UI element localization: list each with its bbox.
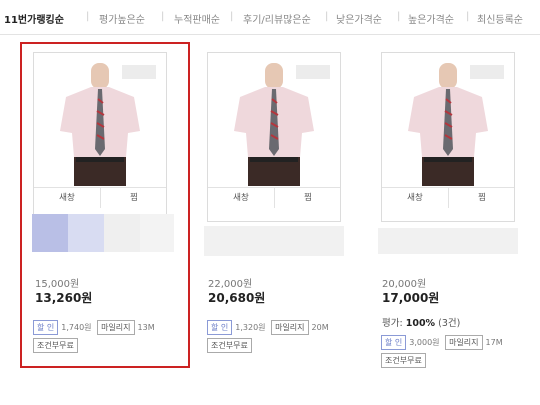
sort-tab-high-price[interactable]: 높은가격순 [408,11,454,26]
original-price: 22,000원 [208,279,253,290]
discount-chip: 할 인 [33,320,59,335]
color-swatch[interactable] [104,214,140,252]
product-actions: 새창 찜 [382,187,514,208]
product-image-box[interactable]: 새창 찜 [381,52,515,222]
sort-tab-newest[interactable]: 최신등록순 [477,11,523,26]
mileage-chip: 마일리지 [445,335,483,350]
product-photo[interactable] [216,61,332,186]
color-swatch[interactable] [378,228,518,254]
product-card[interactable]: 새창 찜 20,000원 17,000원 평가: 100% (3건) 할 인 3,… [370,42,530,370]
discount-chip: 할 인 [207,320,233,335]
sale-price: 20,680원 [208,291,266,305]
rating-value: 100% [405,318,436,329]
separator: | [325,11,329,22]
shipping-line: 조건부무료 [381,353,429,368]
discount-amount: 3,000원 [409,338,440,347]
sort-tab-reviews[interactable]: 후기/리뷰많은순 [243,11,311,26]
color-swatch[interactable] [140,214,174,252]
benefit-line: 할 인 3,000원 마일리지 17M [381,335,503,350]
mileage-value: 13M [137,323,155,332]
discount-chip: 할 인 [381,335,407,350]
mileage-value: 17M [485,338,503,347]
product-actions: 새창 찜 [34,187,166,208]
new-window-button[interactable]: 새창 [208,188,274,208]
rating-label: 평가: [382,318,403,329]
separator: | [397,11,401,22]
product-tag-placeholder [470,65,504,79]
separator: | [466,11,470,22]
sort-bar: 11번가랭킹순 | 평가높은순 | 누적판매순 | 후기/리뷰많은순 | 낮은가… [0,0,540,35]
product-card[interactable]: 새창 찜 15,000원 13,260원 할 인 1,740원 마일리지 13M 조… [20,42,190,370]
sort-tab-rating[interactable]: 평가높은순 [99,11,145,26]
product-photo[interactable] [42,61,158,186]
separator: | [161,11,165,22]
benefit-line: 할 인 1,320원 마일리지 20M [207,320,329,335]
new-window-button[interactable]: 새창 [34,188,100,208]
shipping-chip: 조건부무료 [381,353,426,368]
mileage-chip: 마일리지 [271,320,309,335]
new-window-button[interactable]: 새창 [382,188,448,208]
discount-amount: 1,740원 [61,323,92,332]
sale-price: 17,000원 [382,291,440,305]
rating-count: (3건) [438,318,461,329]
product-actions: 새창 찜 [208,187,340,208]
wish-button[interactable]: 찜 [100,188,167,208]
product-tag-placeholder [296,65,330,79]
original-price: 20,000원 [382,279,427,290]
wish-button[interactable]: 찜 [448,188,515,208]
product-card[interactable]: 새창 찜 22,000원 20,680원 할 인 1,320원 마일리지 20M 조… [196,42,356,370]
wish-button[interactable]: 찜 [274,188,341,208]
color-swatch[interactable] [68,214,104,252]
color-swatch[interactable] [204,226,344,256]
shipping-line: 조건부무료 [33,338,81,353]
separator: | [230,11,234,22]
color-swatch[interactable] [32,214,68,252]
sale-price: 13,260원 [35,291,93,305]
rating-line: 평가: 100% (3건) [382,315,460,329]
benefit-line: 할 인 1,740원 마일리지 13M [33,320,155,335]
discount-amount: 1,320원 [235,323,266,332]
sort-tab-sales[interactable]: 누적판매순 [174,11,220,26]
sort-tab-low-price[interactable]: 낮은가격순 [336,11,382,26]
sort-tab-ranking[interactable]: 11번가랭킹순 [4,11,64,26]
product-photo[interactable] [390,61,506,186]
shipping-chip: 조건부무료 [207,338,252,353]
separator: | [86,11,90,22]
product-image-box[interactable]: 새창 찜 [207,52,341,222]
shipping-chip: 조건부무료 [33,338,78,353]
mileage-value: 20M [311,323,329,332]
product-tag-placeholder [122,65,156,79]
mileage-chip: 마일리지 [97,320,135,335]
product-image-box[interactable]: 새창 찜 [33,52,167,222]
original-price: 15,000원 [35,279,80,290]
shipping-line: 조건부무료 [207,338,255,353]
